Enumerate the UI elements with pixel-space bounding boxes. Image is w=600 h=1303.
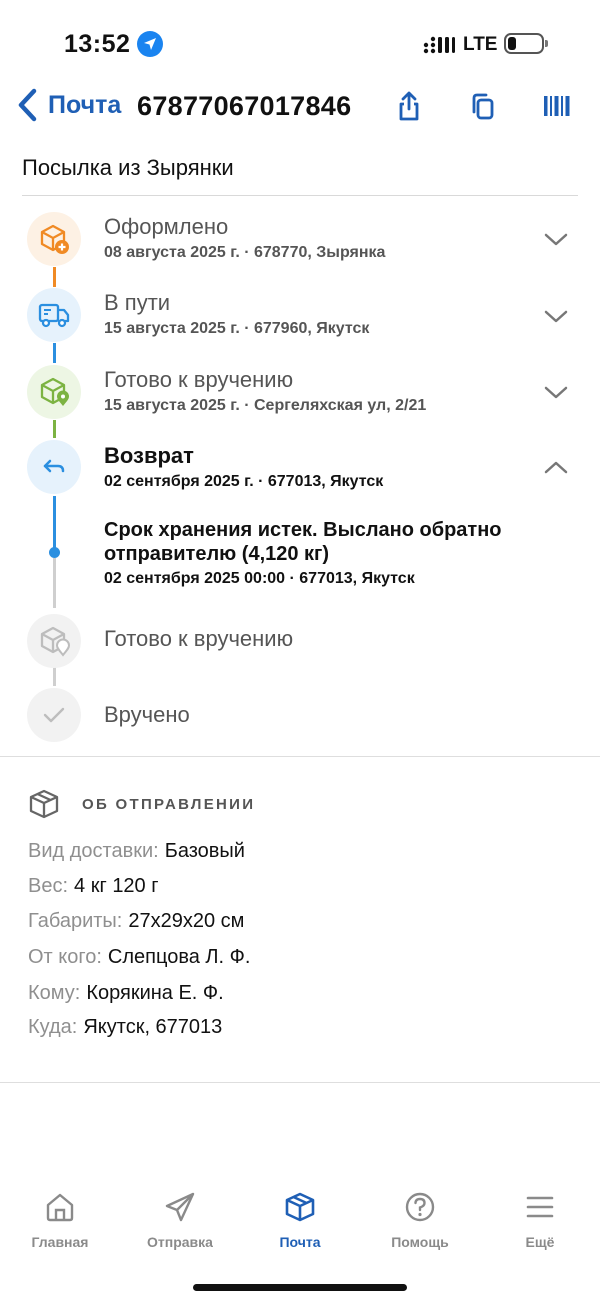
info-row-sender: От кого: Слепцова Л. Ф. — [28, 946, 250, 969]
timeline-subtitle: 08 августа 2025 г. · 678770, Зырянка — [104, 244, 386, 261]
timeline-title: Готово к вручению — [104, 367, 294, 392]
parcel-box-icon — [29, 789, 59, 819]
check-icon — [27, 688, 81, 742]
info-row-dimensions: Габариты: 27x29x20 см — [28, 910, 244, 933]
divider — [22, 195, 578, 196]
timeline-item[interactable]: Возврат 02 сентября 2025 г. · 677013, Як… — [0, 439, 600, 495]
timeline-connector — [53, 496, 56, 548]
timeline-item: Вручено — [0, 688, 600, 744]
timeline-subtitle: 15 августа 2025 г. · 677960, Якутск — [104, 320, 370, 337]
info-label: Вид доставки: — [28, 840, 159, 862]
timeline-item[interactable]: В пути 15 августа 2025 г. · 677960, Якут… — [0, 287, 600, 343]
info-value: Базовый — [164, 840, 245, 862]
info-row-destination: Куда: Якутск, 677013 — [28, 1016, 222, 1039]
info-label: Кому: — [28, 982, 81, 1004]
help-icon — [405, 1192, 435, 1222]
nav-label: Почта — [279, 1234, 321, 1250]
box-location-icon — [27, 365, 81, 419]
home-indicator — [193, 1284, 407, 1291]
truck-icon — [27, 288, 81, 342]
nav-label: Ещё — [525, 1234, 555, 1250]
chevron-down-icon[interactable] — [542, 307, 570, 327]
info-label: Вес: — [28, 875, 69, 897]
divider — [0, 1082, 600, 1083]
info-value: Корякина Е. Ф. — [86, 982, 224, 1004]
menu-icon — [526, 1196, 554, 1218]
nav-label: Отправка — [147, 1234, 213, 1250]
copy-icon[interactable] — [467, 90, 499, 122]
event-dot — [49, 547, 60, 558]
location-arrow-icon — [137, 31, 163, 57]
nav-label: Помощь — [391, 1234, 449, 1250]
timeline-subtitle: 15 августа 2025 г. · Сергеляхская ул, 2/… — [104, 397, 427, 414]
divider — [0, 756, 600, 757]
nav-more[interactable]: Ещё — [480, 1190, 600, 1250]
timeline-connector — [53, 558, 56, 608]
timeline-item[interactable]: Оформлено 08 августа 2025 г. · 678770, З… — [0, 210, 600, 266]
section-header: ОБ ОТПРАВЛЕНИИ — [82, 796, 256, 813]
timeline-subtitle: 02 сентября 2025 г. · 677013, Якутск — [104, 473, 384, 490]
info-label: Габариты: — [28, 910, 123, 932]
chevron-left-icon — [18, 88, 37, 122]
nav-mail[interactable]: Почта — [240, 1190, 360, 1250]
timeline-connector — [53, 343, 56, 363]
box-plus-icon — [27, 212, 81, 266]
track-number: 67877067017846 — [137, 91, 352, 121]
bottom-nav: Главная Отправка Почта Помощь Ещё — [0, 1190, 600, 1260]
parcel-origin-title: Посылка из Зырянки — [22, 155, 234, 180]
status-bar: 13:52 LTE — [0, 0, 600, 80]
timeline-connector — [53, 420, 56, 438]
return-arrow-icon — [27, 440, 81, 494]
battery-icon — [504, 33, 544, 54]
info-value: 27x29x20 см — [128, 910, 245, 932]
timeline-title: Возврат — [104, 443, 194, 468]
header: Почта 67877067017846 — [0, 80, 600, 136]
info-row-weight: Вес: 4 кг 120 г — [28, 875, 159, 898]
timeline-title: В пути — [104, 290, 171, 315]
chevron-down-icon[interactable] — [542, 230, 570, 250]
timeline-title: Оформлено — [104, 214, 229, 239]
network-type: LTE — [463, 34, 498, 55]
signal-icon — [423, 36, 455, 54]
nav-label: Главная — [31, 1234, 89, 1250]
event-title: Срок хранения истек. Выслано обратно отп… — [104, 519, 502, 565]
info-row-recipient: Кому: Корякина Е. Ф. — [28, 982, 224, 1005]
timeline-item[interactable]: Готово к вручению 15 августа 2025 г. · С… — [0, 363, 600, 419]
timeline-title: Вручено — [104, 702, 190, 727]
info-label: От кого: — [28, 946, 102, 968]
timeline-item: Готово к вручению — [0, 612, 600, 668]
timeline-connector — [53, 267, 56, 287]
parcel-icon — [285, 1192, 315, 1222]
nav-home[interactable]: Главная — [0, 1190, 120, 1250]
info-value: 4 кг 120 г — [74, 875, 159, 897]
share-icon[interactable] — [393, 90, 425, 122]
event-subtitle: 02 сентября 2025 00:00 · 677013, Якутск — [104, 570, 415, 587]
nav-send[interactable]: Отправка — [120, 1190, 240, 1250]
back-button[interactable]: Почта — [16, 88, 121, 122]
send-icon — [165, 1192, 195, 1222]
status-time: 13:52 — [64, 30, 131, 58]
barcode-icon[interactable] — [541, 90, 573, 122]
timeline-connector — [53, 666, 56, 686]
home-icon — [46, 1193, 74, 1222]
info-value: Якутск, 677013 — [83, 1016, 223, 1038]
timeline-title: Готово к вручению — [104, 626, 294, 651]
back-label: Почта — [48, 90, 122, 119]
info-label: Куда: — [28, 1016, 78, 1038]
box-location-icon — [27, 614, 81, 668]
chevron-down-icon[interactable] — [542, 383, 570, 403]
info-value: Слепцова Л. Ф. — [107, 946, 251, 968]
chevron-up-icon[interactable] — [542, 457, 570, 477]
nav-help[interactable]: Помощь — [360, 1190, 480, 1250]
info-row-delivery: Вид доставки: Базовый — [28, 840, 245, 863]
